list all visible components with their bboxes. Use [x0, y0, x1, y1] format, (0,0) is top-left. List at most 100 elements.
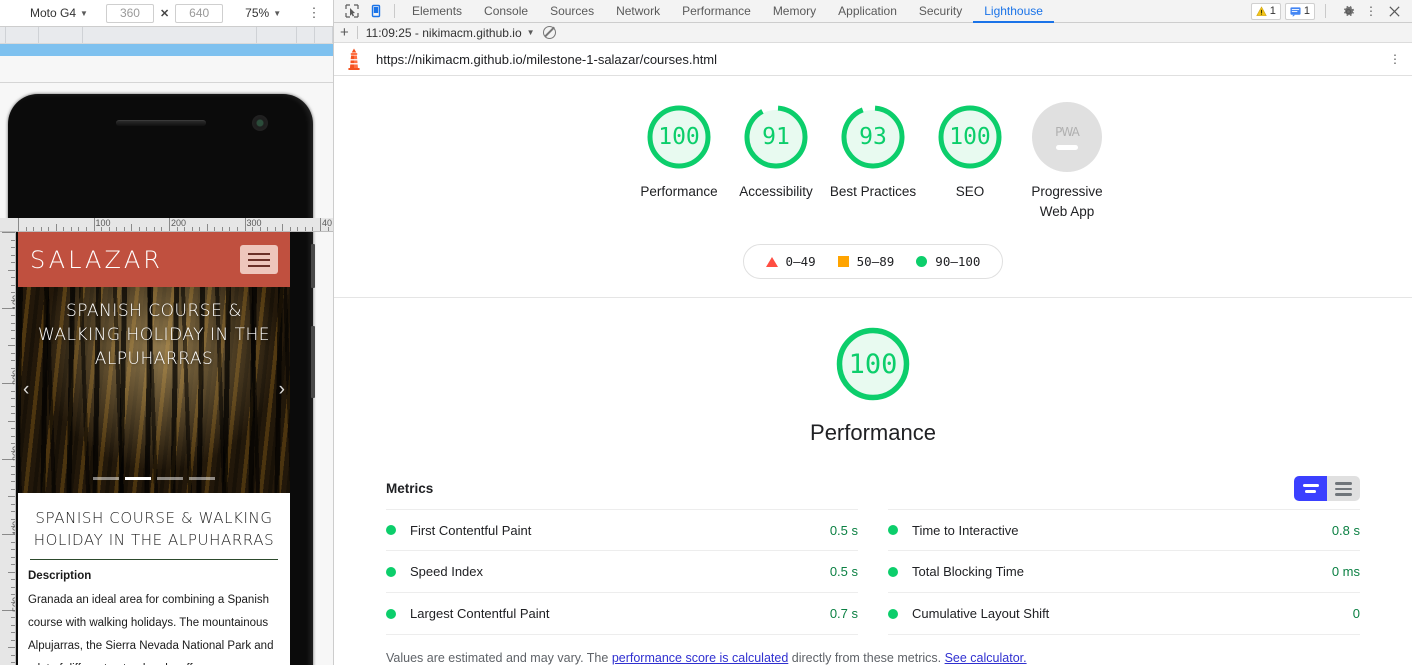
score-accessibility[interactable]: 91 Accessibility [728, 102, 825, 222]
report-more-options-button[interactable]: ⋮ [1388, 53, 1402, 65]
tab-security[interactable]: Security [908, 0, 973, 23]
metric-value: 0.7 s [829, 606, 858, 622]
score-seo[interactable]: 100 SEO [922, 102, 1019, 222]
tab-console[interactable]: Console [473, 0, 539, 23]
devtools-more-options-button[interactable]: ⋮ [1364, 5, 1378, 17]
performance-score-link[interactable]: performance score is calculated [612, 651, 788, 665]
tab-sources[interactable]: Sources [539, 0, 605, 23]
status-pass-icon [386, 525, 396, 536]
emulated-viewport[interactable]: SALAZAR SPANISH COURSE & WALKING HOLIDAY… [18, 232, 290, 665]
score-performance[interactable]: 100 Performance [631, 102, 728, 222]
new-run-button[interactable]: + [340, 24, 349, 41]
performance-section-value: 100 [848, 348, 898, 380]
metrics-note: Values are estimated and may vary. The p… [386, 651, 1360, 665]
warning-badge[interactable]: 1 [1250, 2, 1281, 20]
description-body: Granada an ideal area for combining a Sp… [28, 594, 274, 665]
report-address-bar: https://nikimacm.github.io/milestone-1-s… [334, 43, 1412, 77]
device-toolbar-icon[interactable] [364, 1, 388, 21]
hamburger-icon[interactable] [240, 245, 278, 274]
media-query-bar[interactable] [0, 44, 333, 56]
ruler-label: 40 [322, 218, 333, 228]
score-pwa[interactable]: PWA Progressive Web App [1019, 102, 1116, 222]
table-row[interactable]: Cumulative Layout Shift 0 [888, 593, 1360, 636]
metric-value: 0.5 s [829, 564, 858, 580]
warning-icon [1256, 5, 1267, 16]
list-view-icon[interactable] [1327, 476, 1360, 502]
device-emulation-pane: Moto G4 ▼ 360 ✕ 640 75% ▼ ⋮ SALAZAR SPAN… [0, 0, 333, 665]
zoom-selector[interactable]: 75% ▼ [245, 6, 281, 20]
tab-application[interactable]: Application [827, 0, 908, 23]
table-row[interactable]: Speed Index 0.5 s [386, 551, 858, 594]
accessibility-gauge: 91 [741, 102, 811, 172]
emulation-more-options-button[interactable]: ⋮ [307, 6, 321, 19]
zoom-label: 75% [245, 6, 270, 20]
title-divider [30, 559, 278, 560]
carousel-indicators[interactable] [18, 477, 290, 480]
table-row[interactable]: Largest Contentful Paint 0.7 s [386, 593, 858, 636]
seo-gauge: 100 [935, 102, 1005, 172]
lighthouse-report: 100 Performance 91 Accessibility 93 Best… [334, 76, 1412, 665]
horizontal-ruler: 100 200 300 40 [0, 218, 333, 232]
metric-value: 0 [1352, 606, 1360, 622]
viewport-dimensions: 360 ✕ 640 [105, 3, 224, 23]
device-selector-label: Moto G4 [30, 6, 77, 20]
pwa-dash-icon [1056, 144, 1078, 150]
see-calculator-link[interactable]: See calculator. [945, 651, 1027, 665]
pwa-score-label: Progressive Web App [1031, 184, 1103, 220]
score-best-practices[interactable]: 93 Best Practices [825, 102, 922, 222]
pwa-label: PWA [1055, 124, 1080, 139]
device-volume-button [311, 244, 315, 288]
carousel-caption: SPANISH COURSE & WALKING HOLIDAY IN THE … [37, 301, 271, 369]
carousel-indicator-active[interactable] [125, 477, 151, 480]
table-row[interactable]: Total Blocking Time 0 ms [888, 551, 1360, 594]
inspect-cursor-icon[interactable] [340, 1, 364, 21]
table-row[interactable]: Time to Interactive 0.8 s [888, 509, 1360, 552]
carousel-prev-icon[interactable]: ‹ [23, 379, 29, 401]
lighthouse-icon [344, 47, 364, 71]
close-icon[interactable] [1382, 1, 1406, 21]
status-pass-icon [888, 608, 898, 619]
tab-lighthouse[interactable]: Lighthouse [973, 0, 1054, 23]
tab-network[interactable]: Network [605, 0, 671, 23]
devtools-tabbar: Elements Console Sources Network Perform… [334, 0, 1412, 23]
clear-all-icon[interactable] [542, 26, 556, 40]
site-navbar: SALAZAR [18, 232, 290, 287]
best-practices-score-label: Best Practices [829, 184, 917, 200]
site-carousel[interactable]: SPANISH COURSE & WALKING HOLIDAY IN THE … [18, 287, 290, 493]
bar-view-icon[interactable] [1294, 476, 1327, 502]
viewport-height-input[interactable]: 640 [175, 3, 224, 23]
chevron-down-icon: ▼ [273, 8, 282, 18]
triangle-icon [765, 256, 778, 267]
metric-name: Speed Index [410, 564, 484, 580]
run-selector[interactable]: 11:09:25 - nikimacm.github.io ▼ [366, 26, 535, 40]
tab-memory[interactable]: Memory [762, 0, 827, 23]
carousel-indicator[interactable] [157, 477, 183, 480]
performance-section: 100 Performance Metrics First Contentful… [334, 298, 1412, 665]
devtools-window: Moto G4 ▼ 360 ✕ 640 75% ▼ ⋮ SALAZAR SPAN… [0, 0, 1412, 665]
chevron-down-icon: ▼ [526, 28, 535, 38]
tab-elements[interactable]: Elements [401, 0, 473, 23]
carousel-next-icon[interactable]: › [279, 379, 285, 401]
device-selector[interactable]: Moto G4 ▼ [30, 6, 88, 20]
accessibility-score-label: Accessibility [739, 184, 813, 200]
best-practices-gauge: 93 [838, 102, 908, 172]
performance-section-title: Performance [810, 420, 936, 446]
metrics-view-toggle[interactable] [1294, 476, 1360, 502]
ruler-label: 200 [11, 369, 16, 385]
viewport-width-input[interactable]: 360 [105, 3, 154, 23]
site-brand[interactable]: SALAZAR [30, 246, 163, 274]
table-row[interactable]: First Contentful Paint 0.5 s [386, 509, 858, 552]
metrics-title: Metrics [386, 481, 434, 497]
legend-fail-range: 0–49 [785, 254, 816, 270]
tab-performance[interactable]: Performance [671, 0, 762, 23]
tabbar-divider [394, 4, 395, 18]
carousel-indicator[interactable] [189, 477, 215, 480]
message-icon [1290, 6, 1301, 17]
gear-icon[interactable] [1336, 1, 1360, 21]
device-speaker-icon [115, 120, 206, 126]
emulation-spacer [0, 56, 333, 83]
status-pass-icon [386, 566, 396, 577]
message-badge[interactable]: 1 [1284, 2, 1315, 20]
metric-name: Time to Interactive [912, 522, 1019, 538]
carousel-indicator[interactable] [93, 477, 119, 480]
